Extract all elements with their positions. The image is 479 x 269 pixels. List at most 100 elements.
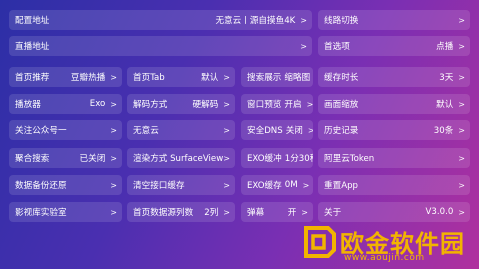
setting-label: 关注公众号一 [15,126,67,136]
chevron-right-icon: > [223,125,230,135]
setting-label: 首页数据源列数 [133,208,194,218]
setting-label: 清空接口缓存 [133,181,185,191]
chevron-right-icon: > [300,15,307,25]
setting-history[interactable]: 历史记录 30条 > [318,120,470,140]
setting-line-switch[interactable]: 线路切换 > [318,10,470,30]
chevron-right-icon: > [458,207,465,217]
chevron-right-icon: > [306,99,313,109]
setting-value: 3天 [439,73,454,83]
watermark-logo-icon [304,226,336,258]
setting-window-preview[interactable]: 窗口预览 开启 > [241,94,313,114]
setting-home-columns[interactable]: 首页数据源列数 2列 > [127,202,235,222]
setting-label: 首选项 [324,42,350,52]
setting-value: 已关闭 [79,154,106,164]
setting-label: EXO缓存 [247,181,282,191]
setting-value: V3.0.0 [425,207,454,217]
chevron-right-icon: > [110,99,117,109]
setting-picture-scale[interactable]: 画面缩放 默认 > [318,94,470,114]
setting-data-backup[interactable]: 数据备份还原 > [9,175,122,195]
setting-exo-cache[interactable]: EXO缓存 0M > [241,175,313,195]
setting-label: 首页Tab [133,73,165,83]
setting-label: 窗口预览 [247,100,282,110]
setting-value: 无意云丨源自摸鱼4K [215,16,296,26]
setting-config-address[interactable]: 配置地址 无意云丨源自摸鱼4K > [9,10,312,30]
chevron-right-icon: > [302,180,310,190]
chevron-right-icon: > [458,72,465,82]
chevron-right-icon: > [307,125,313,135]
chevron-right-icon: > [458,41,465,51]
chevron-right-icon: > [110,72,117,82]
setting-aliyun-token[interactable]: 阿里云Token > [318,148,470,168]
setting-label: EXO缓冲 [247,154,282,164]
setting-wuyiyun[interactable]: 无意云 > [127,120,235,140]
setting-label: 无意云 [133,126,159,136]
chevron-right-icon: > [223,153,230,163]
setting-value: 关闭 [285,126,303,136]
chevron-right-icon: > [458,125,465,135]
chevron-right-icon: > [223,207,230,217]
setting-label: 阿里云Token [324,154,375,164]
setting-label: 数据备份还原 [15,181,67,191]
chevron-right-icon: > [223,72,230,82]
setting-player[interactable]: 播放器 Exo > [9,94,122,114]
setting-label: 安全DNS [247,126,283,136]
setting-preferences[interactable]: 首选项 点播 > [318,36,470,56]
setting-danmaku[interactable]: 弹幕 开 > [241,202,313,222]
setting-label: 配置地址 [15,16,50,26]
chevron-right-icon: > [223,180,230,190]
setting-value: 豆瓣热播 [70,73,106,83]
setting-value: 开启 [284,100,302,110]
setting-exo-buffer[interactable]: EXO缓冲1分30秒> [241,148,313,168]
setting-search-display[interactable]: 搜索展示缩略图> [241,67,313,87]
chevron-right-icon: > [458,15,465,25]
chevron-right-icon: > [110,153,117,163]
setting-video-lab[interactable]: 影视库实验室 > [9,202,122,222]
setting-render-mode[interactable]: 渲染方式 SurfaceView > [127,148,235,168]
setting-label: 首页推荐 [15,73,50,83]
setting-restart-app[interactable]: 重置App > [318,175,470,195]
setting-label: 关于 [324,208,342,218]
setting-label: 聚合搜索 [15,154,50,164]
setting-home-recommend[interactable]: 首页推荐 豆瓣热播 > [9,67,122,87]
setting-about[interactable]: 关于 V3.0.0 > [318,202,470,222]
setting-value: 30条 [433,126,454,136]
watermark-url: www.aoujin.com [344,253,425,263]
setting-label: 解码方式 [133,100,168,110]
setting-label: 线路切换 [324,16,359,26]
setting-value: 硬解码 [192,100,219,110]
setting-label: 弹幕 [247,208,265,218]
setting-label: 影视库实验室 [15,208,67,218]
setting-value: 0M [284,180,298,190]
setting-value: 默认 [201,73,219,83]
setting-value: 缩略图 [284,73,311,83]
setting-clear-cache[interactable]: 清空接口缓存 > [127,175,235,195]
setting-follow-account[interactable]: 关注公众号一 > [9,120,122,140]
setting-secure-dns[interactable]: 安全DNS 关闭 > [241,120,313,140]
watermark: 欧金软件园 www.aoujin.com [300,222,476,266]
setting-label: 缓存时长 [324,73,359,83]
chevron-right-icon: > [300,41,307,51]
setting-live-address[interactable]: 直播地址 > [9,36,312,56]
setting-label: 历史记录 [324,126,359,136]
setting-aggregate-search[interactable]: 聚合搜索 已关闭 > [9,148,122,168]
setting-label: 重置App [324,181,358,191]
setting-value: 默认 [436,100,454,110]
setting-value: 开 [287,208,297,218]
setting-value: 点播 [436,42,454,52]
setting-label: 渲染方式 SurfaceView [133,154,224,164]
setting-value: Exo [89,99,106,109]
setting-value: 2列 [204,208,219,218]
setting-cache-duration[interactable]: 缓存时长 3天 > [318,67,470,87]
setting-label: 画面缩放 [324,100,359,110]
chevron-right-icon: > [458,99,465,109]
chevron-right-icon: > [458,153,465,163]
setting-value: 1分30秒 [284,154,313,164]
setting-decode-mode[interactable]: 解码方式 硬解码 > [127,94,235,114]
setting-home-tab[interactable]: 首页Tab 默认 > [127,67,235,87]
chevron-right-icon: > [223,99,230,109]
chevron-right-icon: > [110,207,117,217]
chevron-right-icon: > [301,207,308,217]
setting-label: 搜索展示 [247,73,282,83]
chevron-right-icon: > [110,180,117,190]
chevron-right-icon: > [458,180,465,190]
